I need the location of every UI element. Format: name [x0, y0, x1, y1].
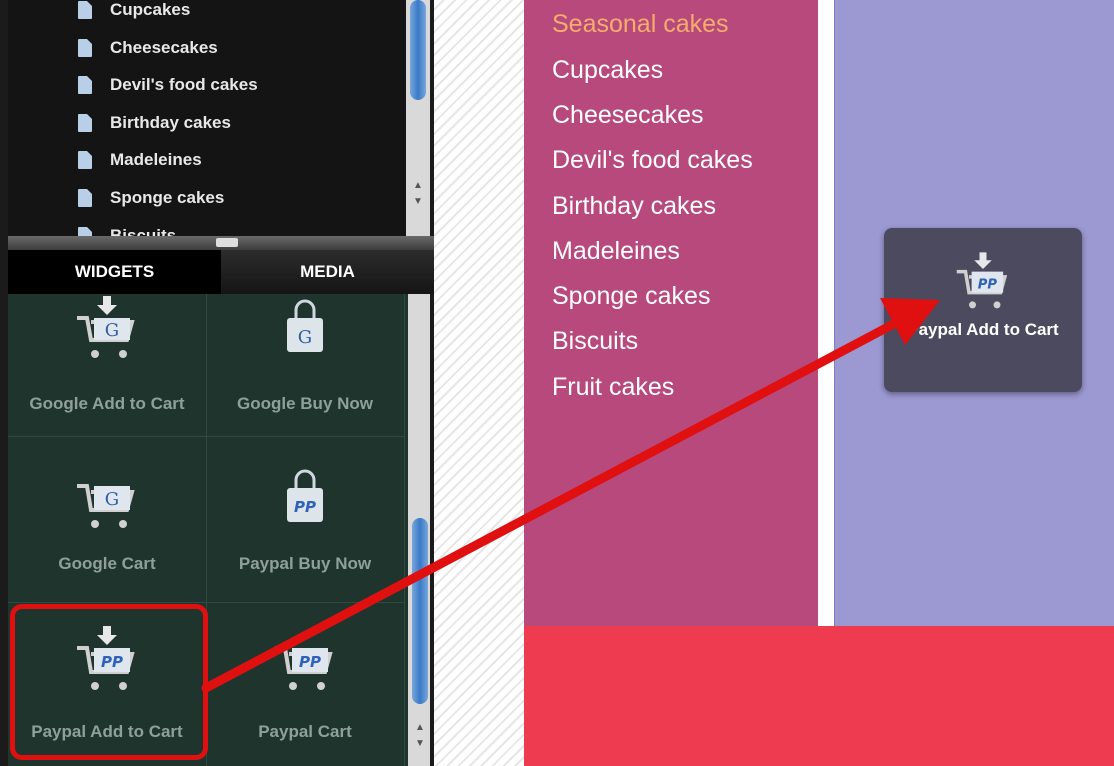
google-cart-icon: G: [77, 484, 135, 528]
page-item[interactable]: Birthday cakes: [78, 107, 231, 139]
highlight-outline: [10, 604, 208, 760]
page-icon: [78, 227, 92, 236]
widget-label: Google Add to Cart: [29, 394, 185, 413]
page-item[interactable]: Madeleines: [78, 144, 202, 176]
widget-label: Paypal Buy Now: [238, 554, 372, 573]
page-label: Birthday cakes: [110, 113, 231, 132]
site-panel: Cupcakes Cheesecakes Devil's food cakes …: [0, 0, 434, 766]
dragged-widget[interactable]: PP Paypal Add to Cart: [884, 228, 1082, 392]
splitter-grip-icon[interactable]: [216, 238, 238, 247]
page-icon: [78, 76, 92, 94]
panel-tabs: WIDGETS MEDIA: [8, 250, 434, 294]
page-label: Devil's food cakes: [110, 75, 258, 94]
page-icon: [78, 114, 92, 132]
canvas-margin: [434, 0, 524, 766]
nav-item-cheesecakes[interactable]: Cheesecakes: [552, 101, 703, 130]
pages-scroll-thumb[interactable]: [410, 0, 426, 100]
svg-text:PP: PP: [294, 498, 316, 516]
svg-text:PP: PP: [299, 653, 321, 671]
svg-text:PP: PP: [978, 277, 998, 292]
page-icon: [78, 151, 92, 169]
site-sidebar: [524, 0, 818, 626]
page-item[interactable]: Biscuits: [78, 220, 176, 236]
nav-item-fruit-cakes[interactable]: Fruit cakes: [552, 373, 674, 402]
widget-label: Google Cart: [58, 554, 156, 573]
widget-google-add-to-cart[interactable]: G Google Add to Cart: [8, 294, 207, 437]
tab-widgets[interactable]: WIDGETS: [8, 250, 221, 294]
page-label: Biscuits: [110, 226, 177, 236]
nav-item-sponge-cakes[interactable]: Sponge cakes: [552, 282, 710, 311]
widget-label: Google Buy Now: [237, 394, 373, 413]
google-bag-icon: G: [287, 299, 323, 352]
nav-item-cupcakes[interactable]: Cupcakes: [552, 56, 663, 85]
page-label: Madeleines: [110, 150, 202, 169]
widgets-scroll-thumb[interactable]: [412, 518, 428, 704]
page-icon: [78, 1, 92, 19]
paypal-bag-icon: PP: [287, 469, 323, 522]
pages-scroll-arrows[interactable]: ▲ ▼: [410, 178, 426, 226]
sidebar-divider: [818, 0, 834, 626]
widget-google-cart[interactable]: G Google Cart: [8, 436, 207, 603]
nav-item-biscuits[interactable]: Biscuits: [552, 327, 638, 356]
page-icon: [78, 189, 92, 207]
nav-item-madeleines[interactable]: Madeleines: [552, 237, 680, 266]
nav-item-birthday-cakes[interactable]: Birthday cakes: [552, 192, 716, 221]
dragged-widget-label: Paypal Add to Cart: [907, 320, 1059, 339]
widget-paypal-cart[interactable]: PP Paypal Cart: [206, 602, 405, 766]
page-item[interactable]: Sponge cakes: [78, 182, 224, 214]
page-item[interactable]: Cupcakes: [78, 0, 190, 26]
nav-item-devils-food-cakes[interactable]: Devil's food cakes: [552, 146, 753, 175]
widgets-scroll-arrows[interactable]: ▲ ▼: [412, 720, 428, 766]
page-label: Cheesecakes: [110, 38, 218, 57]
tab-media[interactable]: MEDIA: [221, 250, 434, 294]
site-footer: [524, 626, 1114, 766]
svg-text:G: G: [298, 327, 312, 348]
paypal-add-to-cart-icon: PP: [956, 252, 1008, 309]
pages-list: Cupcakes Cheesecakes Devil's food cakes …: [8, 0, 406, 236]
page-item[interactable]: Devil's food cakes: [78, 69, 258, 101]
page-label: Cupcakes: [110, 0, 191, 19]
svg-text:G: G: [105, 320, 119, 341]
panel-splitter[interactable]: [8, 236, 434, 250]
page-label: Sponge cakes: [110, 188, 225, 207]
widget-label: Paypal Cart: [258, 722, 352, 741]
widget-google-buy-now[interactable]: G Google Buy Now: [206, 294, 405, 437]
paypal-cart-icon: PP: [275, 646, 333, 690]
page-item[interactable]: Cheesecakes: [78, 32, 218, 64]
widget-paypal-buy-now[interactable]: PP Paypal Buy Now: [206, 436, 405, 603]
nav-item-seasonal-cakes[interactable]: Seasonal cakes: [552, 10, 729, 39]
page-icon: [78, 39, 92, 57]
svg-text:G: G: [105, 489, 119, 510]
google-add-to-cart-icon: G: [77, 296, 135, 358]
